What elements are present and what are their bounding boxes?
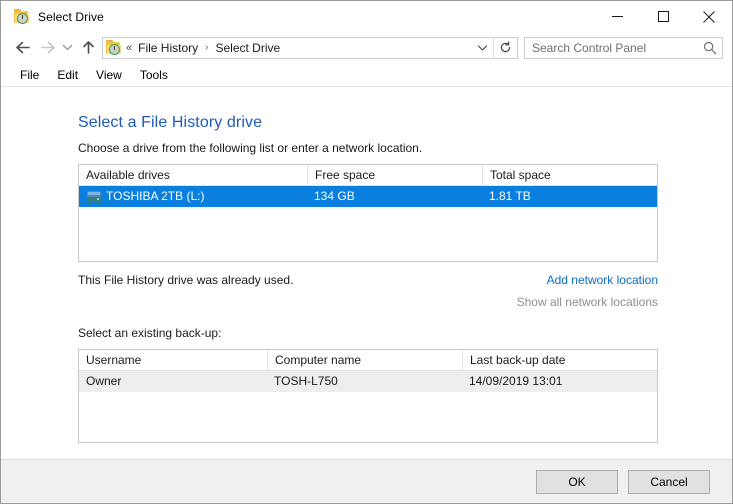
breadcrumb: « File History › Select Drive xyxy=(126,40,472,56)
cancel-button[interactable]: Cancel xyxy=(628,469,710,494)
breadcrumb-item-select-drive[interactable]: Select Drive xyxy=(213,40,282,56)
menu-view[interactable]: View xyxy=(87,66,131,84)
existing-backups-list[interactable]: Username Computer name Last back-up date… xyxy=(78,349,658,443)
add-network-location-link[interactable]: Add network location xyxy=(547,273,658,287)
main-content: Select a File History drive Choose a dri… xyxy=(1,87,732,459)
address-bar[interactable]: « File History › Select Drive xyxy=(102,36,518,59)
backup-date-cell: 14/09/2019 13:01 xyxy=(469,374,563,388)
window-title: Select Drive xyxy=(38,9,104,24)
drive-name-cell: TOSHIBA 2TB (L:) xyxy=(79,186,307,207)
column-header-username[interactable]: Username xyxy=(79,350,267,371)
refresh-icon[interactable] xyxy=(493,37,517,58)
chevron-down-icon[interactable] xyxy=(472,38,493,58)
search-box[interactable] xyxy=(524,36,723,59)
select-drive-window: Select Drive « File History › Select Dri… xyxy=(0,0,733,504)
show-network-locations-row: Show all network locations xyxy=(78,295,658,309)
back-arrow-icon[interactable] xyxy=(11,36,35,60)
menu-edit[interactable]: Edit xyxy=(48,66,87,84)
status-row: This File History drive was already used… xyxy=(78,273,658,287)
maximize-button[interactable] xyxy=(640,1,686,32)
page-subtitle: Choose a drive from the following list o… xyxy=(78,141,423,155)
show-all-network-locations-link[interactable]: Show all network locations xyxy=(517,295,658,309)
column-header-total-space[interactable]: Total space xyxy=(482,165,657,186)
table-row[interactable]: TOSHIBA 2TB (L:) 134 GB 1.81 TB xyxy=(79,186,657,207)
menu-bar: File Edit View Tools xyxy=(1,63,732,87)
breadcrumb-item-file-history[interactable]: File History xyxy=(136,40,200,56)
search-icon[interactable] xyxy=(698,38,722,58)
backup-computer-name-cell: TOSH-L750 xyxy=(274,374,338,388)
column-header-computer-name[interactable]: Computer name xyxy=(267,350,462,371)
navigation-bar: « File History › Select Drive xyxy=(1,32,732,63)
ok-button[interactable]: OK xyxy=(536,469,618,494)
drive-name-label: TOSHIBA 2TB (L:) xyxy=(106,189,205,203)
backup-section-label: Select an existing back-up: xyxy=(78,326,222,340)
drive-status-text: This File History drive was already used… xyxy=(78,273,294,287)
menu-tools[interactable]: Tools xyxy=(131,66,177,84)
window-controls xyxy=(594,1,732,32)
file-history-icon xyxy=(14,8,30,25)
address-file-history-icon xyxy=(106,39,122,56)
up-arrow-icon[interactable] xyxy=(76,36,100,60)
drives-list-header: Available drives Free space Total space xyxy=(79,165,657,186)
close-button[interactable] xyxy=(686,1,732,32)
dialog-footer: OK Cancel xyxy=(1,459,732,503)
available-drives-list[interactable]: Available drives Free space Total space … xyxy=(78,164,658,262)
column-header-free-space[interactable]: Free space xyxy=(307,165,482,186)
drive-free-space-cell: 134 GB xyxy=(314,189,355,203)
search-input[interactable] xyxy=(525,40,698,55)
column-header-available-drives[interactable]: Available drives xyxy=(79,165,307,186)
hard-drive-icon xyxy=(86,189,102,205)
page-title: Select a File History drive xyxy=(78,114,263,131)
drive-total-space-cell: 1.81 TB xyxy=(489,189,531,203)
recent-locations-icon[interactable] xyxy=(59,36,76,60)
table-row[interactable]: Owner TOSH-L750 14/09/2019 13:01 xyxy=(79,371,657,392)
menu-file[interactable]: File xyxy=(11,66,48,84)
breadcrumb-separator-icon: › xyxy=(205,42,209,53)
breadcrumb-overflow-icon[interactable]: « xyxy=(126,42,132,54)
minimize-button[interactable] xyxy=(594,1,640,32)
backups-list-header: Username Computer name Last back-up date xyxy=(79,350,657,371)
title-bar: Select Drive xyxy=(1,1,732,32)
forward-arrow-icon xyxy=(35,36,59,60)
backup-username-cell: Owner xyxy=(86,374,122,388)
column-header-last-backup-date[interactable]: Last back-up date xyxy=(462,350,657,371)
